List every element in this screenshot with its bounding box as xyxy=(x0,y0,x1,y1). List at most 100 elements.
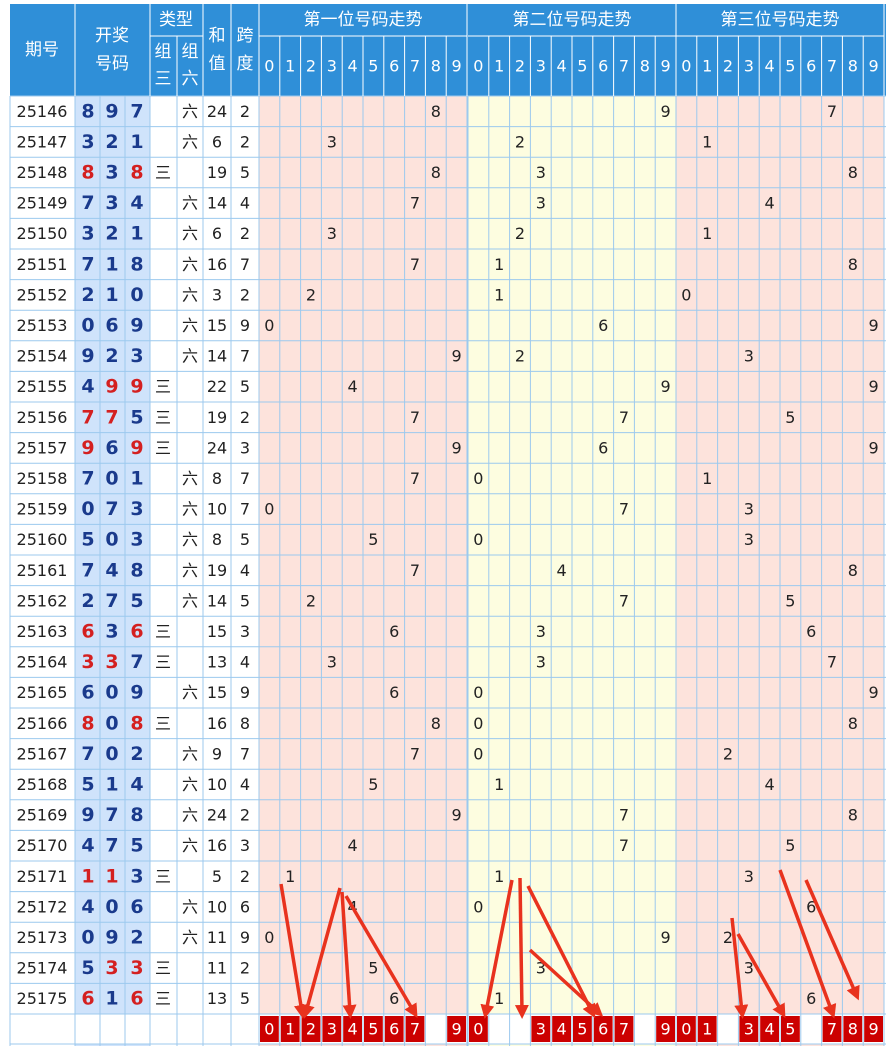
row-sum: 14 xyxy=(207,591,227,610)
row-award-digit: 7 xyxy=(81,559,94,581)
row-award-digit: 5 xyxy=(130,835,143,857)
row-award-digit: 2 xyxy=(81,284,94,306)
trend-mark: 5 xyxy=(785,408,795,427)
trend-mark: 6 xyxy=(806,622,816,641)
trend-mark: 9 xyxy=(452,347,462,366)
row-type-group6: 六 xyxy=(182,285,198,304)
row-award-digit: 6 xyxy=(81,621,94,643)
row-award-digit: 0 xyxy=(81,315,94,337)
prediction-digit: 3 xyxy=(327,1020,337,1039)
row-award-digit: 6 xyxy=(130,621,143,643)
trend-mark: 9 xyxy=(869,683,879,702)
row-span: 9 xyxy=(240,683,250,702)
trend-mark: 2 xyxy=(515,224,525,243)
row-type-group3: 三 xyxy=(155,867,171,886)
trend-mark: 0 xyxy=(473,744,483,763)
row-sum: 22 xyxy=(207,377,227,396)
row-span: 8 xyxy=(240,714,250,733)
row-span: 3 xyxy=(240,836,250,855)
row-award-digit: 3 xyxy=(130,498,143,520)
row-period: 25159 xyxy=(17,500,68,519)
row-award-digit: 1 xyxy=(105,774,118,796)
prediction-digit: 6 xyxy=(389,1020,399,1039)
prediction-digit: 4 xyxy=(557,1020,567,1039)
row-award-digit: 7 xyxy=(130,651,143,673)
trend-mark: 3 xyxy=(744,347,754,366)
row-type-group6: 六 xyxy=(182,500,198,519)
row-type-group6: 六 xyxy=(182,194,198,213)
trend-mark: 8 xyxy=(848,714,858,733)
row-award-digit: 3 xyxy=(105,192,118,214)
trend-mark: 5 xyxy=(368,530,378,549)
row-type-group6: 六 xyxy=(182,132,198,151)
prediction-digit: 1 xyxy=(285,1020,295,1039)
row-type-group6: 六 xyxy=(182,591,198,610)
row-sum: 15 xyxy=(207,316,227,335)
row-award-digit: 9 xyxy=(130,437,143,459)
trend-mark: 7 xyxy=(619,806,629,825)
trend-mark: 6 xyxy=(806,989,816,1008)
header-digit: 8 xyxy=(640,57,650,76)
prediction-digit: 2 xyxy=(306,1020,316,1039)
row-award-digit: 9 xyxy=(105,927,118,949)
header-digit: 6 xyxy=(598,57,608,76)
header-digit: 3 xyxy=(744,57,754,76)
row-award-digit: 8 xyxy=(81,712,94,734)
row-award-digit: 7 xyxy=(130,100,143,122)
row-award-digit: 9 xyxy=(81,437,94,459)
row-type-group6: 六 xyxy=(182,224,198,243)
trend-mark: 6 xyxy=(806,897,816,916)
row-type-group3: 三 xyxy=(155,408,171,427)
row-award-digit: 7 xyxy=(105,498,118,520)
row-sum: 5 xyxy=(212,867,222,886)
row-type-group6: 六 xyxy=(182,928,198,947)
trend-mark: 3 xyxy=(744,500,754,519)
prediction-digit: 0 xyxy=(264,1020,274,1039)
row-span: 7 xyxy=(240,347,250,366)
prediction-digit: 4 xyxy=(348,1020,358,1039)
row-award-digit: 2 xyxy=(130,743,143,765)
trend-mark: 9 xyxy=(869,316,879,335)
row-period: 25153 xyxy=(17,316,68,335)
row-type-group6: 六 xyxy=(182,530,198,549)
header-digit: 4 xyxy=(348,57,358,76)
row-award-digit: 6 xyxy=(130,896,143,918)
trend-mark: 3 xyxy=(536,163,546,182)
trend-mark: 8 xyxy=(848,255,858,274)
header-digit: 0 xyxy=(473,57,483,76)
row-award-digit: 3 xyxy=(105,621,118,643)
row-award-digit: 8 xyxy=(130,712,143,734)
row-span: 7 xyxy=(240,469,250,488)
row-sum: 24 xyxy=(207,438,227,457)
row-span: 5 xyxy=(240,377,250,396)
header-digit: 9 xyxy=(869,57,879,76)
row-award-digit: 5 xyxy=(81,529,94,551)
row-span: 4 xyxy=(240,775,250,794)
row-sum: 10 xyxy=(207,775,227,794)
header-digit: 6 xyxy=(806,57,816,76)
trend-mark: 3 xyxy=(536,653,546,672)
row-award-digit: 4 xyxy=(81,896,94,918)
row-award-digit: 0 xyxy=(105,468,118,490)
row-award-digit: 7 xyxy=(81,406,94,428)
header-digit: 8 xyxy=(431,57,441,76)
trend-mark: 4 xyxy=(765,194,775,213)
trend-mark: 7 xyxy=(410,194,420,213)
row-award-digit: 8 xyxy=(130,253,143,275)
row-award-digit: 2 xyxy=(105,345,118,367)
row-award-digit: 1 xyxy=(81,865,94,887)
trend-mark: 8 xyxy=(431,102,441,121)
header-award: 号码 xyxy=(95,54,129,74)
row-award-digit: 9 xyxy=(81,345,94,367)
prediction-digit: 1 xyxy=(702,1020,712,1039)
prediction-digit: 0 xyxy=(681,1020,691,1039)
row-award-digit: 6 xyxy=(81,988,94,1010)
header-digit: 8 xyxy=(848,57,858,76)
row-award-digit: 0 xyxy=(105,896,118,918)
header-span: 跨 xyxy=(237,26,254,46)
trend-mark: 0 xyxy=(473,897,483,916)
row-award-digit: 3 xyxy=(105,162,118,184)
row-sum: 24 xyxy=(207,102,227,121)
row-type-group6: 六 xyxy=(182,561,198,580)
trend-mark: 5 xyxy=(368,775,378,794)
